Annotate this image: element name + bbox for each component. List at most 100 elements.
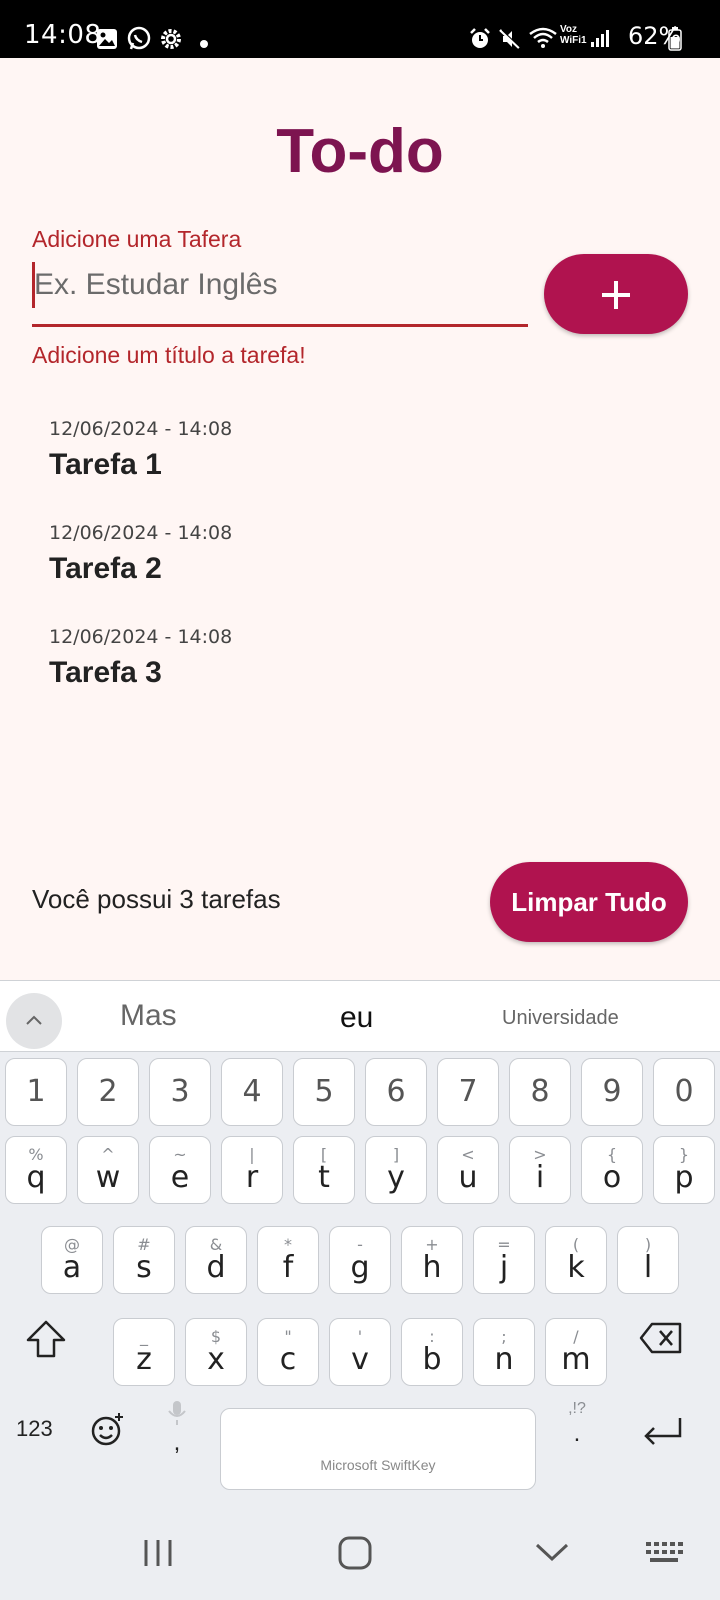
task-input-container[interactable] xyxy=(32,258,528,328)
task-item[interactable]: 12/06/2024 - 14:08 Tarefa 1 xyxy=(49,418,649,482)
key-label: y xyxy=(387,1160,405,1195)
task-item[interactable]: 12/06/2024 - 14:08 Tarefa 3 xyxy=(49,626,649,690)
key-2[interactable]: 2 xyxy=(77,1058,139,1126)
key-n[interactable]: ; n xyxy=(473,1318,535,1386)
text-cursor xyxy=(32,262,35,308)
key-a[interactable]: @ a xyxy=(41,1226,103,1294)
key-label: 5 xyxy=(314,1074,334,1109)
gallery-icon xyxy=(96,28,118,55)
keyboard-toggle-button[interactable] xyxy=(644,1540,684,1571)
suggestion-1[interactable]: Mas xyxy=(120,999,177,1033)
wifi-calling-label: Voz WiFi1 xyxy=(560,24,587,46)
key-m[interactable]: / m xyxy=(545,1318,607,1386)
key-label: p xyxy=(674,1160,694,1195)
recent-apps-button[interactable] xyxy=(142,1538,174,1573)
key-3[interactable]: 3 xyxy=(149,1058,211,1126)
task-item[interactable]: 12/06/2024 - 14:08 Tarefa 2 xyxy=(49,522,649,586)
comma-key[interactable]: , xyxy=(160,1400,194,1470)
key-q[interactable]: % q xyxy=(5,1136,67,1204)
key-9[interactable]: 9 xyxy=(581,1058,643,1126)
key-label: 6 xyxy=(386,1074,406,1109)
key-label: a xyxy=(62,1250,82,1285)
key-label: c xyxy=(279,1342,297,1377)
key-x[interactable]: $ x xyxy=(185,1318,247,1386)
key-y[interactable]: ] y xyxy=(365,1136,427,1204)
key-label: m xyxy=(561,1342,591,1377)
key-label: i xyxy=(535,1160,545,1195)
task-title: Tarefa 1 xyxy=(49,448,162,481)
key-7[interactable]: 7 xyxy=(437,1058,499,1126)
key-label: t xyxy=(318,1160,330,1195)
keyboard-icon xyxy=(646,1542,683,1562)
key-label: o xyxy=(602,1160,622,1195)
clear-all-button[interactable]: Limpar Tudo xyxy=(490,862,688,942)
key-z[interactable]: _ z xyxy=(113,1318,175,1386)
key-5[interactable]: 5 xyxy=(293,1058,355,1126)
page-title: To-do xyxy=(276,117,444,186)
key-g[interactable]: -g xyxy=(329,1226,391,1294)
space-key[interactable]: Microsoft SwiftKey xyxy=(220,1408,536,1490)
collapse-suggestions-button[interactable] xyxy=(6,993,62,1049)
whatsapp-icon xyxy=(126,26,152,57)
task-field-label: Adicione uma Tafera xyxy=(32,226,242,252)
suggestion-bar: Mas eu Universidade xyxy=(0,980,720,1052)
home-button[interactable] xyxy=(338,1536,372,1575)
settings-icon xyxy=(158,26,184,57)
key-label: j xyxy=(499,1250,509,1285)
add-task-button[interactable] xyxy=(544,254,688,334)
key-label: z xyxy=(136,1342,152,1377)
shift-arrow-icon xyxy=(26,1320,66,1358)
task-date: 12/06/2024 - 14:08 xyxy=(49,522,233,544)
key-s[interactable]: # s xyxy=(113,1226,175,1294)
suggestion-2[interactable]: eu xyxy=(340,1001,373,1035)
task-count-summary: Você possui 3 tarefas xyxy=(32,884,281,914)
key-6[interactable]: 6 xyxy=(365,1058,427,1126)
key-1[interactable]: 1 xyxy=(5,1058,67,1126)
back-button[interactable] xyxy=(534,1540,570,1569)
key-h[interactable]: + h xyxy=(401,1226,463,1294)
key-w[interactable]: ^ w xyxy=(77,1136,139,1204)
key-label: f xyxy=(282,1250,294,1285)
key-j[interactable]: = j xyxy=(473,1226,535,1294)
key-i[interactable]: > i xyxy=(509,1136,571,1204)
key-p[interactable]: } p xyxy=(653,1136,715,1204)
period-key[interactable]: ,!? . xyxy=(552,1400,602,1470)
key-0[interactable]: 0 xyxy=(653,1058,715,1126)
symbols-key[interactable]: 123 xyxy=(16,1416,53,1442)
key-label: r xyxy=(245,1160,259,1195)
navigation-bar xyxy=(0,1530,720,1600)
task-date: 12/06/2024 - 14:08 xyxy=(49,418,233,440)
key-o[interactable]: {o xyxy=(581,1136,643,1204)
key-8[interactable]: 8 xyxy=(509,1058,571,1126)
key-label: 4 xyxy=(242,1074,262,1109)
key-l[interactable]: ) l xyxy=(617,1226,679,1294)
wifi-icon xyxy=(528,26,558,55)
task-title: Tarefa 3 xyxy=(49,656,162,689)
key-e[interactable]: ~ e xyxy=(149,1136,211,1204)
key-label: s xyxy=(136,1250,152,1285)
emoji-key[interactable] xyxy=(88,1410,128,1450)
key-b[interactable]: :b xyxy=(401,1318,463,1386)
key-f[interactable]: * f xyxy=(257,1226,319,1294)
backspace-key[interactable] xyxy=(638,1318,686,1366)
status-time: 14:08 xyxy=(24,20,102,50)
key-k[interactable]: (k xyxy=(545,1226,607,1294)
task-input-underline xyxy=(32,324,528,327)
signal-icon xyxy=(590,28,610,53)
enter-key[interactable] xyxy=(640,1412,686,1452)
microphone-icon xyxy=(168,1401,186,1425)
key-u[interactable]: < u xyxy=(437,1136,499,1204)
chevron-down-icon xyxy=(535,1543,569,1562)
shift-key[interactable] xyxy=(22,1316,70,1364)
key-t[interactable]: [t xyxy=(293,1136,355,1204)
key-label: x xyxy=(207,1342,225,1377)
key-4[interactable]: 4 xyxy=(221,1058,283,1126)
key-c[interactable]: " c xyxy=(257,1318,319,1386)
key-r[interactable]: | r xyxy=(221,1136,283,1204)
task-input[interactable] xyxy=(32,258,528,322)
task-date: 12/06/2024 - 14:08 xyxy=(49,626,233,648)
key-v[interactable]: ' v xyxy=(329,1318,391,1386)
backspace-icon xyxy=(639,1322,682,1354)
key-d[interactable]: & d xyxy=(185,1226,247,1294)
suggestion-3[interactable]: Universidade xyxy=(502,1007,619,1030)
